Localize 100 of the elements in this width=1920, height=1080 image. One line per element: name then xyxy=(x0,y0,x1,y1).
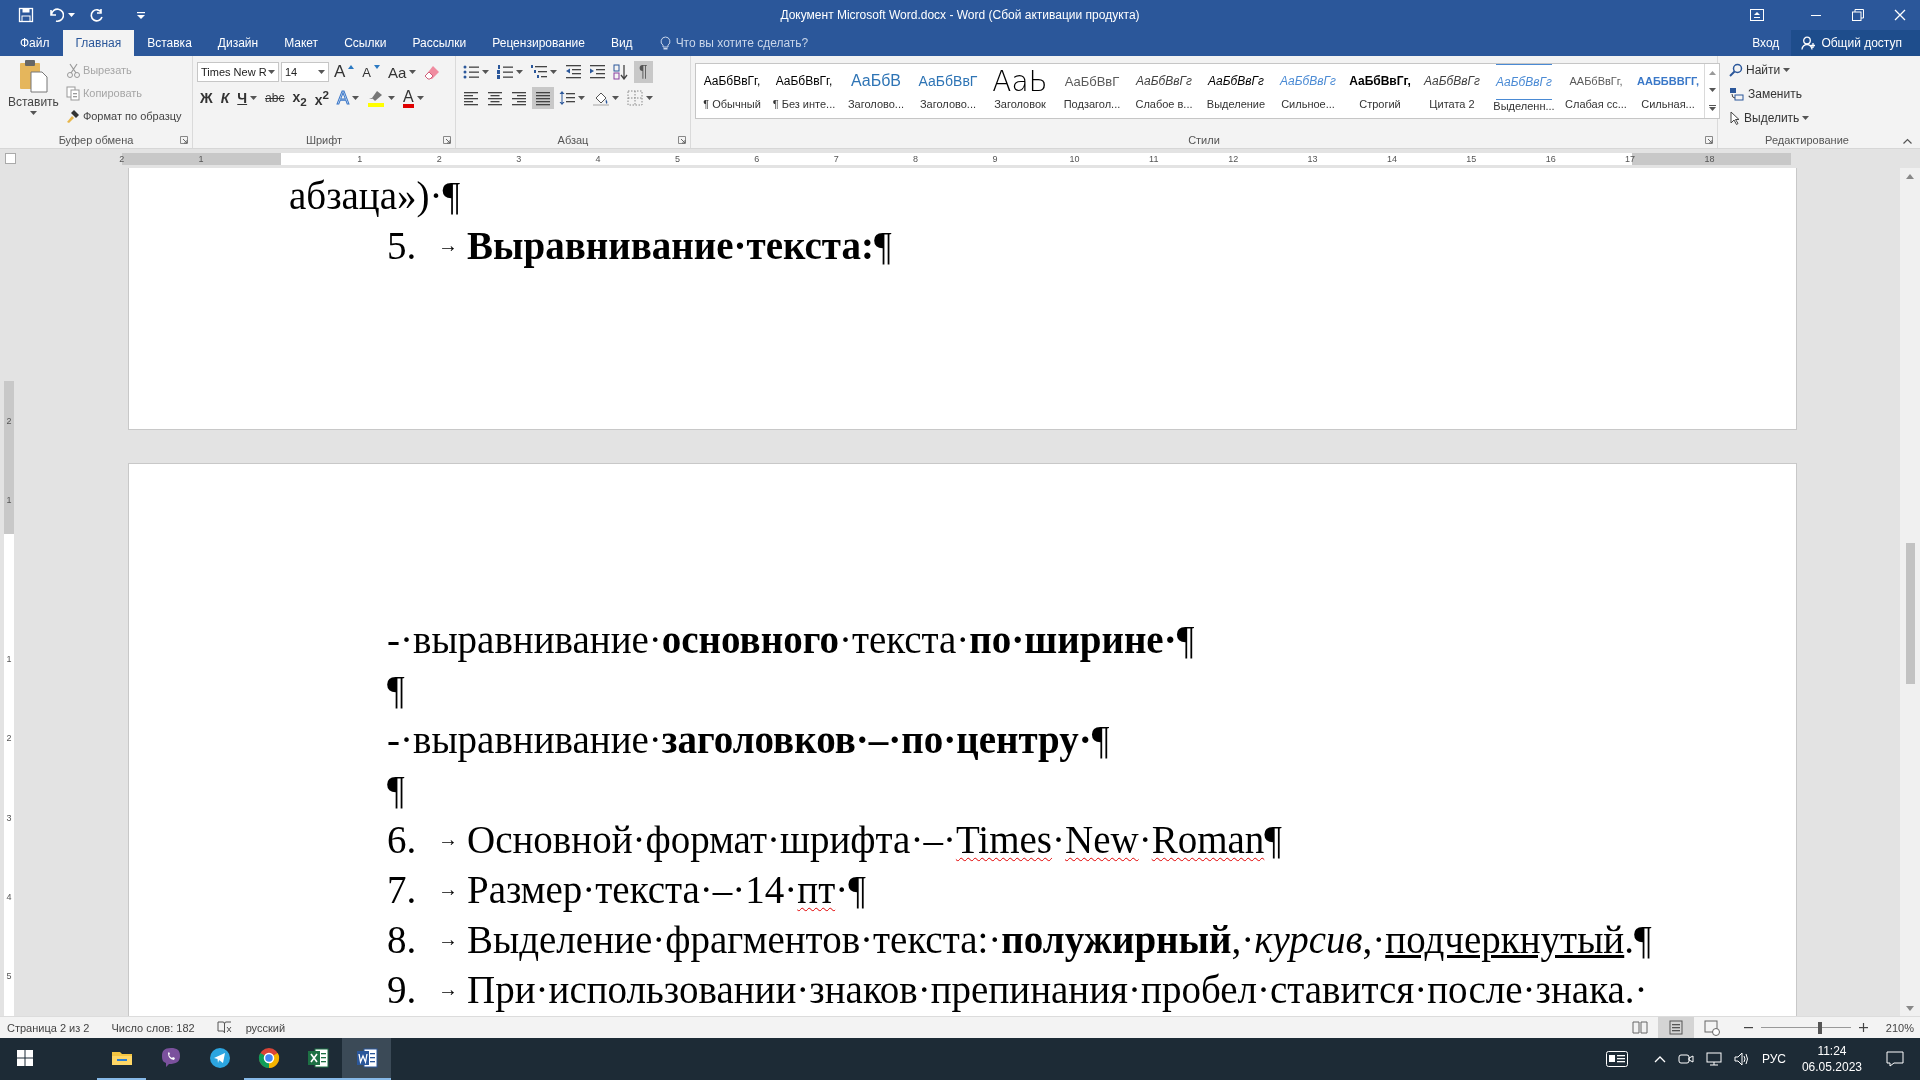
clock[interactable]: 11:24 06.05.2023 xyxy=(1801,1043,1862,1075)
restore-icon[interactable] xyxy=(1852,9,1864,21)
italic-button[interactable]: К xyxy=(217,87,233,109)
network-icon[interactable] xyxy=(1705,1052,1722,1066)
caret-icon[interactable] xyxy=(352,96,360,100)
dialog-launcher-icon[interactable] xyxy=(1705,136,1713,144)
proofing-icon[interactable] xyxy=(216,1021,232,1034)
caret-icon[interactable] xyxy=(29,111,37,115)
style-item[interactable]: АаБбВвГг, ¶ Обычный xyxy=(696,64,768,118)
dialog-launcher-icon[interactable] xyxy=(443,136,451,144)
style-item[interactable]: АаБбВвГг, Строгий xyxy=(1344,64,1416,118)
bold-button[interactable]: Ж xyxy=(197,87,216,109)
sign-in-link[interactable]: Вход xyxy=(1740,30,1792,56)
change-case-button[interactable]: Aa xyxy=(385,61,420,83)
taskbar-app[interactable] xyxy=(342,1038,391,1080)
ribbon-tab[interactable]: Макет xyxy=(271,30,332,56)
scroll-up-icon[interactable] xyxy=(1906,174,1914,179)
style-item[interactable]: АаБбВвГг Цитата 2 xyxy=(1416,64,1488,118)
style-item[interactable]: ААББВВГГ, Сильная... xyxy=(1632,64,1704,118)
ruler-number: 1 xyxy=(6,494,12,505)
page-count[interactable]: Страница 2 из 2 xyxy=(7,1021,90,1034)
caret-icon[interactable] xyxy=(612,96,619,100)
style-item[interactable]: АаБбВвГг, ¶ Без инте... xyxy=(768,64,840,118)
style-item[interactable]: АаБбВвГ Подзагол... xyxy=(1056,64,1128,118)
show-marks-button[interactable]: ¶ xyxy=(634,61,653,83)
save-icon[interactable] xyxy=(18,7,34,23)
ribbon-tab[interactable]: Файл xyxy=(7,30,63,56)
undo-icon[interactable] xyxy=(48,7,64,23)
customize-toolbar-icon[interactable] xyxy=(137,11,145,19)
font-name-field[interactable]: Times New R xyxy=(197,62,279,82)
notifications-icon[interactable] xyxy=(1886,1051,1904,1067)
strikethrough-button[interactable]: abc xyxy=(262,87,288,109)
style-item[interactable]: АаБбВвГг Сильное... xyxy=(1272,64,1344,118)
caret-icon[interactable] xyxy=(250,96,258,100)
paragraph-text: Основной·формат·шрифта·–·Times·New·Roman¶ xyxy=(467,816,1282,862)
camera-icon[interactable] xyxy=(1677,1052,1694,1066)
caret-icon[interactable] xyxy=(416,96,424,100)
caret-icon[interactable] xyxy=(550,70,557,74)
shrink-font-button[interactable]: A xyxy=(359,61,383,83)
caret-icon[interactable] xyxy=(388,96,396,100)
zoom-slider-thumb[interactable] xyxy=(1817,1021,1822,1034)
font-size-field[interactable]: 14 xyxy=(281,62,329,82)
justify-button[interactable] xyxy=(532,87,554,109)
volume-icon[interactable] xyxy=(1733,1052,1750,1066)
collapse-ribbon-icon[interactable] xyxy=(1903,138,1912,144)
select-button[interactable]: Выделить xyxy=(1726,107,1813,129)
scroll-up-icon[interactable] xyxy=(1708,70,1716,75)
style-item[interactable]: АаЬ Заголовок xyxy=(984,64,1056,118)
grow-font-button[interactable]: A xyxy=(331,61,358,83)
caret-icon[interactable] xyxy=(1802,116,1810,120)
scroll-down-icon[interactable] xyxy=(1906,1006,1914,1011)
ribbon-tab[interactable]: Вид xyxy=(597,30,646,56)
find-button[interactable]: Найти xyxy=(1726,59,1813,81)
caret-icon[interactable] xyxy=(482,70,489,74)
dialog-launcher-icon[interactable] xyxy=(678,136,686,144)
ribbon-tab[interactable]: Ссылки xyxy=(331,30,400,56)
ribbon-tab[interactable]: Вставка xyxy=(134,30,205,56)
style-item[interactable]: АаБбВвГ Заголово... xyxy=(912,64,984,118)
style-item[interactable]: АаБбВ Заголово... xyxy=(840,64,912,118)
news-icon[interactable] xyxy=(1605,1051,1628,1067)
font-color-button[interactable]: A xyxy=(400,87,427,109)
tell-me-field[interactable]: Что вы хотите сделать? xyxy=(675,36,809,50)
print-layout-button[interactable] xyxy=(1657,1017,1694,1038)
language-status[interactable]: русский xyxy=(245,1021,286,1034)
zoom-level[interactable]: 210% xyxy=(1885,1021,1914,1034)
paste-button[interactable]: Вставить xyxy=(4,59,63,129)
scroll-down-icon[interactable] xyxy=(1708,88,1716,92)
caret-icon[interactable] xyxy=(68,13,75,17)
caret-icon[interactable] xyxy=(578,96,585,100)
ruler-number: 5 xyxy=(6,971,12,982)
style-item[interactable]: АаБбВвГг Выделение xyxy=(1200,64,1272,118)
painter-button[interactable]: Формат по образцу xyxy=(62,105,185,127)
dialog-launcher-icon[interactable] xyxy=(180,136,188,144)
ribbon-tab[interactable]: Рассылки xyxy=(399,30,480,56)
ribbon-tab[interactable]: Дизайн xyxy=(204,30,272,56)
share-button[interactable]: Общий доступ xyxy=(1791,30,1920,56)
redo-icon[interactable] xyxy=(89,7,105,23)
scroll-thumb[interactable] xyxy=(1905,543,1915,684)
ribbon-tab[interactable]: Рецензирование xyxy=(479,30,598,56)
chevron-up-icon[interactable] xyxy=(1653,1055,1666,1063)
ribbon-tab[interactable]: Главная xyxy=(62,30,135,56)
scrollbar[interactable] xyxy=(1900,168,1920,1016)
superscript-button[interactable]: x$^{2}$ xyxy=(311,87,333,109)
caret-icon[interactable] xyxy=(409,70,417,74)
input-language[interactable]: РУС xyxy=(1761,1052,1786,1066)
close-icon[interactable] xyxy=(1894,9,1906,21)
word-count[interactable]: Число слов: 182 xyxy=(111,1021,195,1034)
style-item[interactable]: АаБбВвГг Выделенн... xyxy=(1488,64,1560,118)
style-item[interactable]: ААБбВвГг, Слабая сс... xyxy=(1560,64,1632,118)
more-styles-icon[interactable] xyxy=(1708,105,1716,112)
replace-button[interactable]: Заменить xyxy=(1726,83,1813,105)
style-item[interactable]: АаБбВвГг Слабое в... xyxy=(1128,64,1200,118)
zoom-in-icon[interactable] xyxy=(1858,1023,1868,1032)
subscript-button[interactable]: x$_{2}$ xyxy=(289,87,310,109)
caret-icon[interactable] xyxy=(1783,68,1791,72)
ruler-number: 6 xyxy=(754,153,760,164)
caret-icon[interactable] xyxy=(646,96,653,100)
ribbon-display-icon[interactable] xyxy=(1750,9,1764,21)
underline-button[interactable]: Ч xyxy=(234,87,261,109)
caret-icon[interactable] xyxy=(516,70,523,74)
